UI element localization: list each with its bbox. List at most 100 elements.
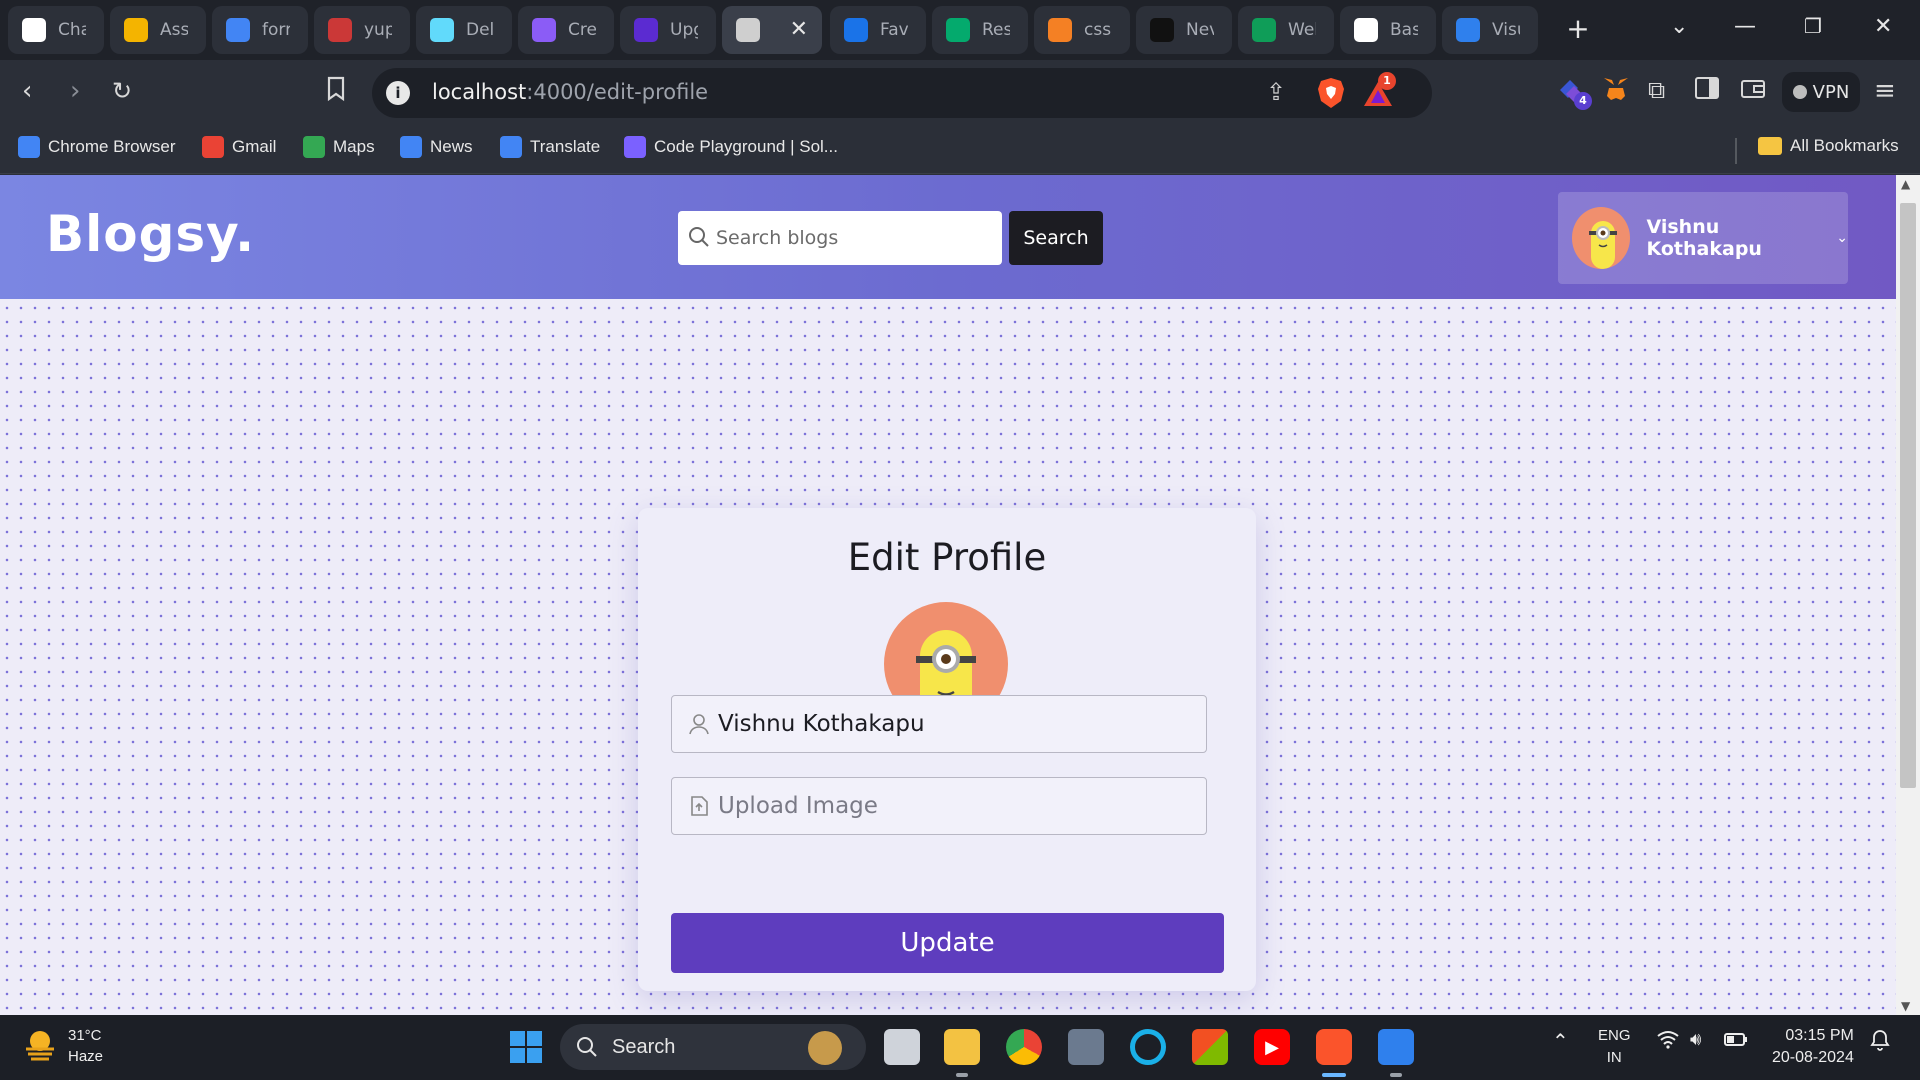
share-icon[interactable]: ⇪ xyxy=(1266,78,1286,106)
tab-title: Assi xyxy=(160,20,188,40)
wallet-icon[interactable] xyxy=(1740,76,1766,107)
vscode-indicator xyxy=(1390,1073,1402,1077)
page-scrollbar[interactable]: ▲ ▼ xyxy=(1896,175,1920,1015)
forward-icon[interactable]: › xyxy=(70,76,80,106)
user-name: Vishnu Kothakapu xyxy=(1646,216,1762,260)
close-window-icon[interactable]: ✕ xyxy=(1874,14,1892,39)
brave-rewards-icon[interactable]: 1 xyxy=(1362,72,1396,108)
restore-icon[interactable]: ❐ xyxy=(1804,14,1822,38)
volume-icon[interactable]: 🔊︎ xyxy=(1690,1029,1701,1050)
brave-shields-icon[interactable] xyxy=(1316,76,1346,110)
browser-tab[interactable]: Visu xyxy=(1442,6,1538,54)
tab-title: Upg xyxy=(670,20,698,40)
bookmark-item[interactable]: Maps xyxy=(303,136,375,158)
bookmark-item[interactable]: News xyxy=(400,136,473,158)
vpn-button[interactable]: VPN xyxy=(1782,72,1860,112)
scroll-up-icon[interactable]: ▲ xyxy=(1901,177,1910,191)
close-tab-icon[interactable]: ✕ xyxy=(790,17,808,42)
browser-tab[interactable]: Nev xyxy=(1136,6,1232,54)
tab-title: Wel xyxy=(1288,20,1316,40)
browser-tab[interactable]: ✕ xyxy=(722,6,822,54)
scrollbar-thumb[interactable] xyxy=(1900,203,1916,788)
reload-icon[interactable]: ↻ xyxy=(112,76,132,106)
name-input[interactable] xyxy=(718,696,1198,752)
user-menu[interactable]: Vishnu Kothakapu ⌄ xyxy=(1558,192,1848,284)
browser-tab[interactable]: Res xyxy=(932,6,1028,54)
search-input[interactable] xyxy=(716,211,996,265)
site-header: Blogsy. Search Vishnu Kothakapu ⌄ xyxy=(0,175,1896,299)
youtube-icon[interactable]: ▶ xyxy=(1254,1029,1290,1065)
battery-icon[interactable] xyxy=(1724,1029,1748,1054)
tab-title: Nev xyxy=(1186,20,1214,40)
upload-image-field xyxy=(671,777,1207,835)
browser-tab[interactable]: Assi xyxy=(110,6,206,54)
weather-widget[interactable]: 31°C Haze xyxy=(22,1025,103,1067)
browser-tab[interactable]: Favi xyxy=(830,6,926,54)
notifications-bell-icon[interactable] xyxy=(1870,1029,1890,1057)
browser-tab[interactable]: Cha xyxy=(8,6,104,54)
page-viewport: Blogsy. Search Vishnu Kothakapu ⌄ Edit P… xyxy=(0,175,1896,1015)
microsoft-store-icon[interactable] xyxy=(1192,1029,1228,1065)
browser-tab[interactable]: forr xyxy=(212,6,308,54)
browser-tab[interactable]: css xyxy=(1034,6,1130,54)
vscode-icon[interactable] xyxy=(1378,1029,1414,1065)
sidebar-toggle-icon[interactable] xyxy=(1694,76,1720,107)
browser-tab[interactable]: Wel xyxy=(1238,6,1334,54)
language-indicator[interactable]: ENG IN xyxy=(1598,1025,1631,1069)
vpn-label: VPN xyxy=(1812,81,1850,103)
upload-image-input[interactable] xyxy=(718,778,1198,834)
search-button[interactable]: Search xyxy=(1009,211,1103,265)
all-bookmarks-button[interactable]: All Bookmarks xyxy=(1758,136,1899,156)
extensions-wallet-icon[interactable]: 4 xyxy=(1556,76,1592,113)
bookmark-label: Chrome Browser xyxy=(48,137,176,156)
search-icon xyxy=(577,1037,597,1057)
code-playground-icon xyxy=(624,136,646,158)
windows-start-icon[interactable] xyxy=(508,1029,544,1065)
bookmark-page-icon[interactable] xyxy=(326,76,346,109)
address-bar[interactable]: i localhost:4000/edit-profile ⇪ 1 xyxy=(372,68,1432,118)
bookmark-item[interactable]: Gmail xyxy=(202,136,276,158)
bookmark-label: News xyxy=(430,137,473,156)
file-explorer-indicator xyxy=(956,1073,968,1077)
alexa-icon[interactable] xyxy=(1130,1029,1166,1065)
all-bookmarks-label: All Bookmarks xyxy=(1790,136,1899,155)
puzzle-extensions-icon[interactable]: ⧉ xyxy=(1648,76,1665,104)
task-view-icon[interactable] xyxy=(884,1029,920,1065)
chrome-icon[interactable] xyxy=(1006,1029,1042,1065)
url-text[interactable]: localhost:4000/edit-profile xyxy=(432,80,708,104)
browser-tab[interactable]: yup xyxy=(314,6,410,54)
wifi-icon[interactable] xyxy=(1656,1029,1680,1054)
camera-icon[interactable] xyxy=(1068,1029,1104,1065)
bookmarks-bar: Chrome Browser Gmail Maps News Translate Code… xyxy=(0,126,1920,174)
taskbar-search[interactable]: Search xyxy=(560,1024,866,1070)
browser-tab[interactable]: Upg xyxy=(620,6,716,54)
browser-tab[interactable]: Del xyxy=(416,6,512,54)
browser-tab[interactable]: Cre xyxy=(518,6,614,54)
tab-title: css xyxy=(1084,20,1112,40)
gmail-icon xyxy=(202,136,224,158)
tab-search-chevron-icon[interactable]: ⌄ xyxy=(1670,14,1688,39)
system-clock[interactable]: 03:15 PM 20-08-2024 xyxy=(1772,1025,1854,1069)
new-tab-button[interactable]: + xyxy=(1560,12,1596,48)
vscode-icon xyxy=(1456,18,1480,42)
back-icon[interactable]: ‹ xyxy=(22,76,32,106)
metamask-icon[interactable] xyxy=(1602,76,1630,109)
update-button[interactable]: Update xyxy=(671,913,1224,973)
site-info-icon[interactable]: i xyxy=(386,81,410,105)
upload-file-icon xyxy=(691,796,708,816)
bookmark-item[interactable]: Code Playground | Sol... xyxy=(624,136,838,158)
menu-hamburger-icon[interactable]: ≡ xyxy=(1874,76,1896,106)
google-icon xyxy=(226,18,250,42)
vpn-status-icon xyxy=(1792,85,1807,99)
minimize-icon[interactable]: — xyxy=(1734,14,1756,39)
show-hidden-icons-chevron-icon[interactable]: ⌃ xyxy=(1552,1029,1569,1054)
bookmark-item[interactable]: Translate xyxy=(500,136,600,158)
tab-title: Favi xyxy=(880,20,908,40)
site-logo[interactable]: Blogsy. xyxy=(46,205,255,263)
browser-tab[interactable]: Basi xyxy=(1340,6,1436,54)
brave-browser-icon[interactable] xyxy=(1316,1029,1352,1065)
file-explorer-icon[interactable] xyxy=(944,1029,980,1065)
scroll-down-icon[interactable]: ▼ xyxy=(1901,999,1910,1013)
bookmark-item[interactable]: Chrome Browser xyxy=(18,136,176,158)
dark-circle-icon xyxy=(1150,18,1174,42)
